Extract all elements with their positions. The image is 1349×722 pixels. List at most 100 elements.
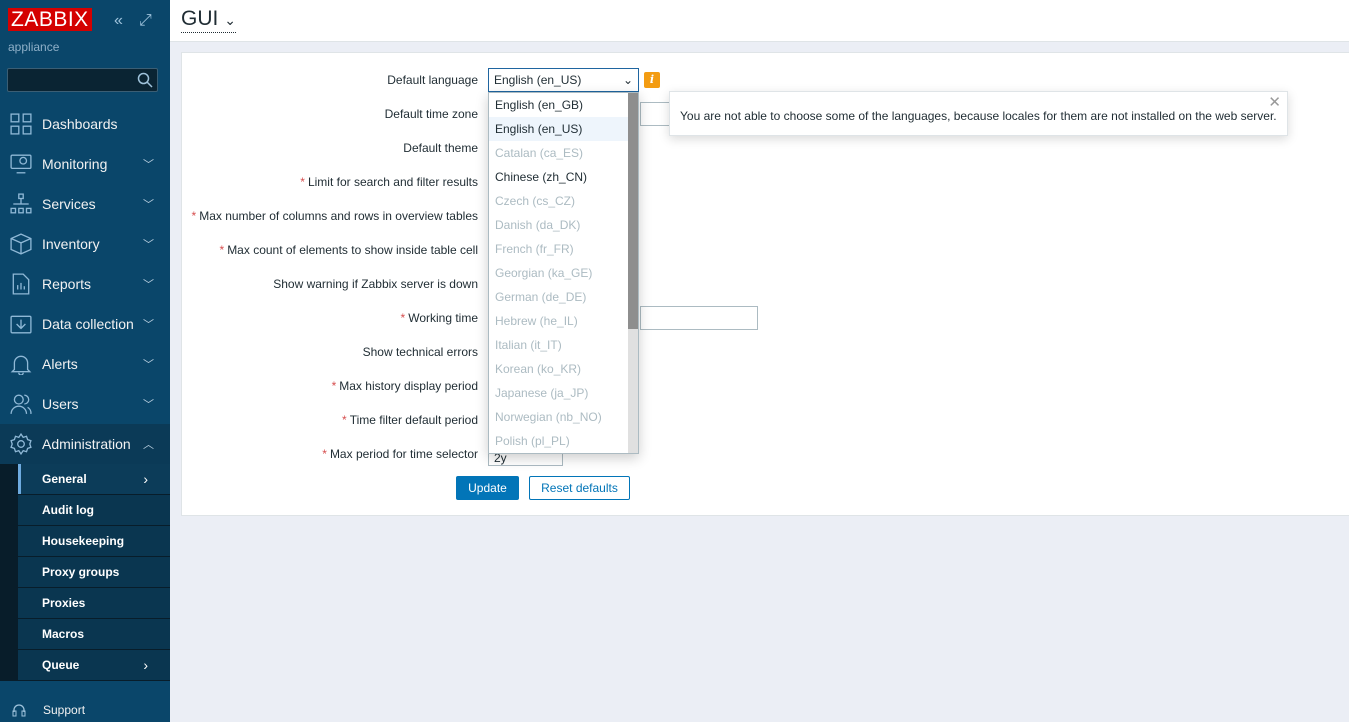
field-label-text: Working time	[408, 311, 478, 325]
submenu-item-queue[interactable]: Queue ›	[18, 650, 170, 680]
search-icon[interactable]	[137, 72, 153, 88]
language-option[interactable]: English (en_US)	[489, 117, 629, 141]
selected-language: English (en_US)	[494, 73, 582, 87]
zabbix-logo[interactable]: ZABBIX	[8, 8, 92, 31]
field-label: * Max period for time selector	[322, 447, 478, 461]
field-label: Default theme	[403, 141, 478, 155]
submenu-label: Queue	[42, 658, 80, 672]
field-label-text: Max period for time selector	[329, 447, 478, 461]
language-option: Norwegian (nb_NO)	[495, 410, 602, 424]
sidebar-item-label: Administration	[42, 436, 131, 452]
page-title: GUI	[181, 7, 219, 30]
field-label: Default language	[387, 73, 478, 87]
sidebar-item-label: Data collection	[42, 316, 134, 332]
submenu-item-proxies[interactable]: Proxies	[18, 588, 170, 618]
kiosk-mode-icon[interactable]: ⤢	[139, 12, 152, 30]
field-label-text: Default language	[387, 73, 478, 87]
submenu-item-proxy-groups[interactable]: Proxy groups	[18, 557, 170, 587]
chevron-right-icon: ›	[143, 471, 148, 487]
required-marker: *	[342, 413, 347, 427]
field-label: Default time zone	[385, 107, 478, 121]
submenu-item-audit-log[interactable]: Audit log	[18, 495, 170, 525]
field-label: * Max count of elements to show inside ta…	[220, 243, 478, 257]
field-label-text: Limit for search and filter results	[307, 175, 478, 189]
submenu-label: Housekeeping	[42, 534, 125, 548]
sidebar-item-label: Users	[42, 396, 79, 412]
required-marker: *	[300, 175, 305, 189]
sidebar-item-label: Inventory	[42, 236, 100, 252]
page-title-dropdown[interactable]: GUI ⌄	[181, 8, 236, 33]
sidebar-item-label: Monitoring	[42, 156, 108, 172]
language-option[interactable]: Chinese (zh_CN)	[489, 165, 629, 189]
close-icon[interactable]: ✕	[1268, 93, 1281, 111]
default-language-select[interactable]: English (en_US) ⌄	[488, 68, 639, 92]
chevron-down-icon: ﹀	[143, 239, 154, 251]
sidebar-item-inventory[interactable]: Inventory ﹀	[0, 224, 170, 264]
sidebar-item-users[interactable]: Users ﹀	[0, 384, 170, 424]
inventory-icon	[10, 233, 32, 255]
language-option[interactable]: English (en_GB)	[489, 93, 629, 117]
reset-defaults-button[interactable]: Reset defaults	[529, 476, 630, 500]
scrollbar-thumb[interactable]	[628, 93, 638, 329]
sidebar-item-reports[interactable]: Reports ﹀	[0, 264, 170, 304]
sidebar-item-label: Reports	[42, 276, 92, 292]
language-option: Catalan (ca_ES)	[495, 146, 584, 160]
chevron-down-icon: ﹀	[143, 399, 154, 411]
sidebar-item-label: Dashboards	[42, 116, 118, 132]
chevron-down-icon: ﹀	[143, 159, 154, 171]
monitoring-icon	[10, 154, 32, 174]
sidebar-item-administration[interactable]: Administration ︿	[0, 424, 170, 464]
update-button[interactable]: Update	[456, 476, 519, 500]
collapse-sidebar-icon[interactable]: «	[114, 12, 123, 30]
sidebar-item-alerts[interactable]: Alerts ﹀	[0, 344, 170, 384]
field-label-text: Time filter default period	[349, 413, 478, 427]
chevron-down-icon: ⌄	[622, 73, 633, 87]
page-header: GUI ⌄	[170, 0, 1349, 42]
chevron-down-icon: ﹀	[143, 319, 154, 331]
required-marker: *	[219, 243, 225, 257]
dropdown-scrollbar[interactable]	[628, 93, 638, 453]
administration-submenu: General › Audit log Housekeeping Proxy group…	[0, 464, 170, 681]
language-option: Georgian (ka_GE)	[495, 266, 593, 280]
language-option: Hebrew (he_IL)	[495, 314, 578, 328]
language-option: Czech (cs_CZ)	[495, 194, 576, 208]
submenu-label: Proxies	[42, 596, 86, 610]
support-label: Support	[43, 703, 86, 717]
language-option: Japanese (ja_JP)	[495, 386, 589, 400]
data-collection-icon	[10, 315, 32, 334]
support-link[interactable]: Support	[12, 703, 85, 717]
chevron-down-icon: ﹀	[143, 359, 154, 371]
sidebar-item-label: Services	[42, 196, 96, 212]
language-option: French (fr_FR)	[495, 242, 574, 256]
submenu-item-housekeeping[interactable]: Housekeeping	[18, 526, 170, 556]
field-label: * Limit for search and filter results	[300, 175, 478, 189]
working-time-input[interactable]	[640, 306, 758, 330]
gear-icon	[10, 433, 32, 455]
field-label-text: Show warning if Zabbix server is down	[273, 277, 478, 291]
submenu-label: Macros	[42, 627, 85, 641]
submenu-item-general[interactable]: General ›	[18, 464, 170, 494]
users-icon	[10, 394, 32, 414]
services-icon	[10, 193, 32, 214]
language-option: Polish (pl_PL)	[495, 434, 570, 448]
submenu-item-macros[interactable]: Macros	[18, 619, 170, 649]
language-option: Korean (ko_KR)	[495, 362, 582, 376]
required-marker: *	[191, 209, 197, 223]
submenu-label: General	[42, 472, 87, 486]
sidebar-item-services[interactable]: Services ﹀	[0, 184, 170, 224]
time-zone-select[interactable]	[640, 102, 670, 126]
sidebar-search-input[interactable]	[7, 68, 158, 92]
sidebar-item-data-collection[interactable]: Data collection ﹀	[0, 304, 170, 344]
language-option: German (de_DE)	[495, 290, 587, 304]
tooltip-text: You are not able to choose some of the l…	[680, 109, 1277, 123]
submenu-label: Proxy groups	[42, 565, 120, 579]
field-label: Show warning if Zabbix server is down	[273, 277, 478, 291]
field-label: * Max number of columns and rows in overv…	[192, 209, 478, 223]
headset-icon	[12, 704, 26, 717]
field-label-text: Max history display period	[339, 379, 478, 393]
sidebar-item-dashboards[interactable]: Dashboards	[0, 104, 170, 144]
sidebar-item-monitoring[interactable]: Monitoring ﹀	[0, 144, 170, 184]
required-marker: *	[400, 311, 406, 325]
submenu-label: Audit log	[42, 503, 94, 517]
info-icon[interactable]: i	[644, 72, 660, 88]
